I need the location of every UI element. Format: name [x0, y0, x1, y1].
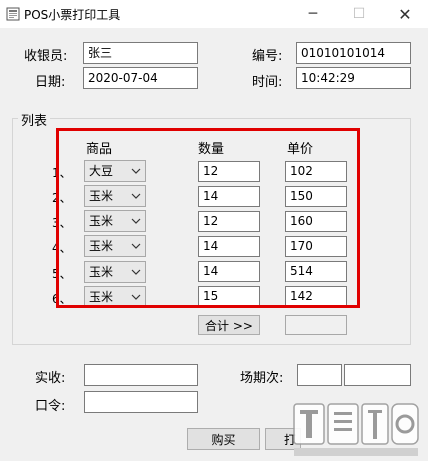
watermark-logo [293, 403, 419, 456]
highlight-box [56, 128, 360, 308]
total-button[interactable]: 合计 >> [198, 315, 260, 335]
app-icon [6, 7, 20, 21]
password-input[interactable] [84, 391, 198, 413]
cashier-input[interactable]: 张三 [83, 42, 198, 64]
minimize-button[interactable]: ─ [290, 0, 336, 28]
maximize-icon: ☐ [352, 6, 366, 22]
list-group-title: 列表 [18, 110, 51, 129]
session-input-2[interactable] [344, 364, 411, 386]
maximize-button[interactable]: ☐ [336, 0, 382, 28]
received-input[interactable] [84, 364, 198, 386]
number-label: 编号: [252, 49, 283, 64]
window-title: POS小票打印工具 [24, 8, 121, 22]
close-button[interactable]: ✕ [382, 0, 428, 28]
password-label: 口令: [35, 399, 66, 414]
date-label: 日期: [35, 75, 66, 90]
title-bar: POS小票打印工具 ─ ☐ ✕ [0, 0, 428, 28]
session-input-1[interactable] [297, 364, 342, 386]
session-label: 场期次: [240, 371, 284, 386]
number-input[interactable]: 01010101014 [296, 42, 411, 64]
total-value-field [285, 315, 347, 335]
buy-button[interactable]: 购买 [187, 428, 260, 450]
received-label: 实收: [35, 371, 66, 386]
date-input[interactable]: 2020-07-04 [83, 67, 198, 89]
cashier-label: 收银员: [24, 49, 68, 64]
time-label: 时间: [252, 75, 283, 90]
time-input[interactable]: 10:42:29 [296, 67, 411, 89]
close-icon: ✕ [398, 4, 412, 24]
minimize-icon: ─ [308, 6, 318, 22]
